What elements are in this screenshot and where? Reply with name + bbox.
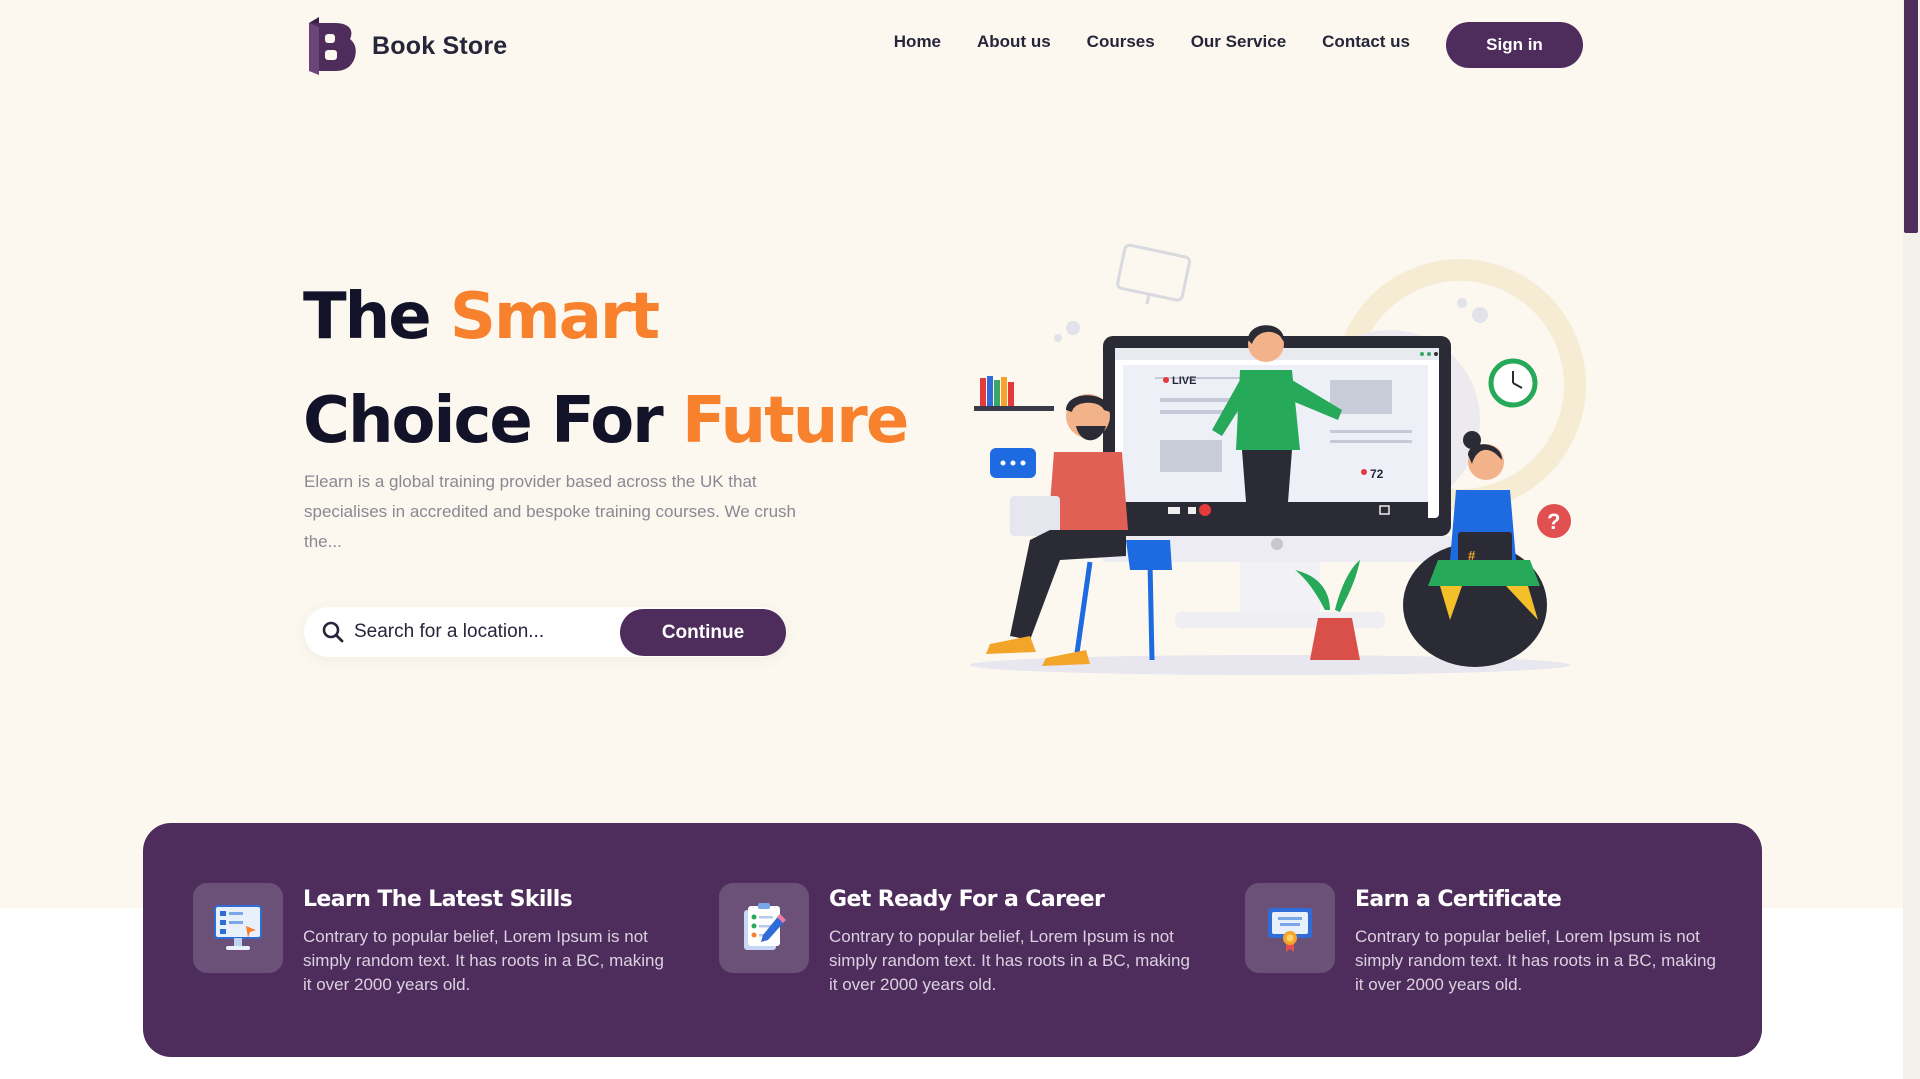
features-band: Learn The Latest Skills Contrary to popu… [143,823,1762,1057]
headline-line-2: Choice For Future [303,369,909,473]
checklist-pencil-icon [744,903,786,950]
sign-in-button[interactable]: Sign in [1446,22,1583,68]
headline-plain-2: Choice For [303,384,664,458]
certificate-icon [1268,908,1312,952]
question-mark: ? [1547,509,1560,534]
nav-our-service[interactable]: Our Service [1191,32,1286,52]
location-search: Continue [304,607,786,657]
location-search-input[interactable] [354,618,604,646]
feature-text: Contrary to popular belief, Lorem Ipsum … [1355,927,1716,994]
site-header: Book Store Home About us Courses Our Ser… [305,14,1583,76]
feature-icon-box [1245,883,1335,973]
feature-card-certificate: Earn a Certificate Contrary to popular b… [1245,883,1725,1013]
online-learning-illustration: LIVE 72 ? # [970,243,1586,675]
feature-icon-box [193,883,283,973]
feature-text: Contrary to popular belief, Lorem Ipsum … [829,927,1190,994]
continue-button[interactable]: Continue [620,609,786,656]
headline-plain-1: The [303,280,432,354]
feature-title: Earn a Certificate [1355,887,1562,912]
floating-monitor-icon [1116,243,1191,305]
monitor-lesson-icon [214,905,262,950]
nav-contact-us[interactable]: Contact us [1322,32,1410,52]
nav-about-us[interactable]: About us [977,32,1051,52]
page-scrollbar[interactable] [1903,0,1920,1079]
feature-text: Contrary to popular belief, Lorem Ipsum … [303,927,664,994]
nav-courses[interactable]: Courses [1087,32,1155,52]
live-label: LIVE [1172,375,1196,387]
search-icon [322,621,344,643]
hero-headline: The Smart Choice For Future [303,265,909,473]
feature-card-career: Get Ready For a Career Contrary to popul… [719,883,1199,1013]
brand-name: Book Store [372,31,508,60]
feature-title: Get Ready For a Career [829,887,1105,912]
scrollbar-thumb[interactable] [1904,0,1918,233]
headline-accent-2: Future [682,384,909,458]
viewer-count: 72 [1370,467,1384,481]
headline-line-1: The Smart [303,265,907,369]
hero-description: Elearn is a global training provider bas… [304,472,797,551]
nav-home[interactable]: Home [894,32,941,52]
main-nav: Home About us Courses Our Service Contac… [894,32,1410,52]
feature-icon-box [719,883,809,973]
feature-card-learn-skills: Learn The Latest Skills Contrary to popu… [193,883,673,1013]
book-logo-icon [309,17,356,75]
headline-accent-1: Smart [449,280,660,354]
brand-logo[interactable]: Book Store [305,17,507,75]
feature-title: Learn The Latest Skills [303,887,573,912]
